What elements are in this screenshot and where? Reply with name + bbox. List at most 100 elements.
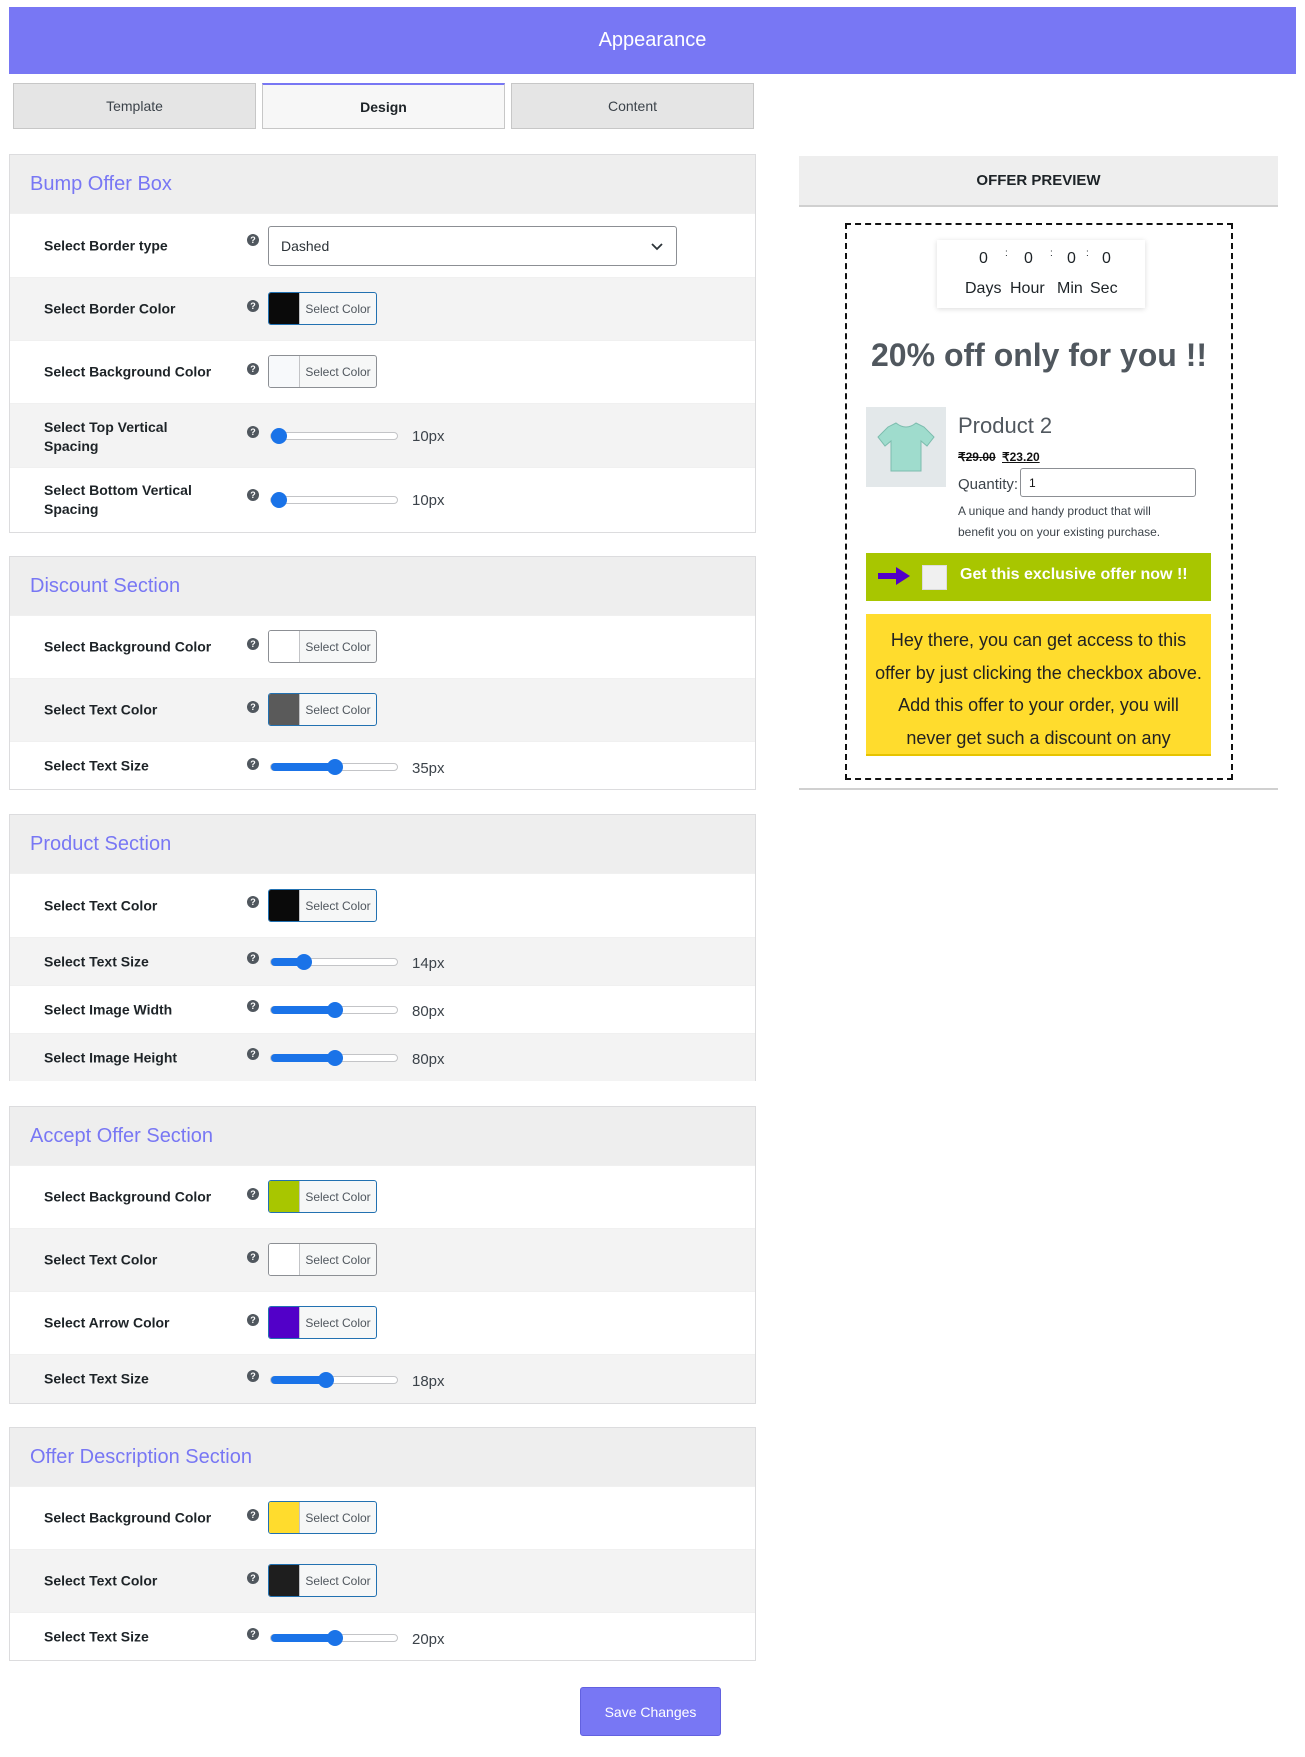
select-value: Dashed [281,238,330,254]
help-icon[interactable]: ? [247,896,259,908]
help-icon[interactable]: ? [247,489,259,501]
help-icon[interactable]: ? [247,1509,259,1521]
field-label: Select Background Color [44,1509,212,1526]
slider-thumb[interactable] [271,428,287,444]
accept-offer-bar[interactable]: Get this exclusive offer now !! [866,553,1211,601]
help-icon[interactable]: ? [247,1000,259,1012]
desc-text-size-slider[interactable] [270,1630,398,1646]
accept-arrow-color-picker[interactable]: Select Color [268,1306,377,1339]
slider-value: 80px [412,1051,445,1068]
field-label: Select Text Size [44,953,149,969]
field-label: Select Background Color [44,1188,212,1205]
tshirt-icon [877,422,935,472]
border-color-row: Select Border Color ? Select Color [10,277,755,340]
save-button-label: Save Changes [604,1703,697,1720]
product-name: Product 2 [958,413,1053,438]
bump-offer-box-section: Bump Offer Box Select Border type ? Dash… [9,154,756,533]
help-icon[interactable]: ? [247,300,259,312]
help-icon[interactable]: ? [247,1251,259,1263]
product-text-color-picker[interactable]: Select Color [268,889,377,922]
save-changes-button[interactable]: Save Changes [580,1687,721,1736]
tab-content[interactable]: Content [511,83,754,129]
accept-offer-text: Get this exclusive offer now !! [960,566,1188,583]
top-spacing-slider[interactable] [270,428,398,444]
slider-thumb[interactable] [327,1002,343,1018]
accept-bg-color-picker[interactable]: Select Color [268,1180,377,1213]
color-swatch [269,356,300,387]
help-icon[interactable]: ? [247,1314,259,1326]
color-swatch [269,631,300,662]
slider-thumb[interactable] [327,759,343,775]
desc-text-color-picker[interactable]: Select Color [268,1564,377,1597]
desc-text-size-row: Select Text Size ? 20px [10,1612,755,1661]
timer-hour-label: Hour [1010,280,1045,297]
quantity-label: Quantity: [958,476,1019,493]
product-image-height-row: Select Image Height ? 80px [10,1033,755,1081]
discount-text-size-slider[interactable] [270,759,398,775]
discount-text-color-row: Select Text Color ? Select Color [10,678,755,741]
help-icon[interactable]: ? [247,701,259,713]
accept-text-color-picker[interactable]: Select Color [268,1243,377,1276]
product-section: Product Section Select Text Color ? Sele… [9,814,756,1081]
field-label: Select Bottom Vertical Spacing [44,482,192,517]
accept-bg-color-row: Select Background Color ? Select Color [10,1165,755,1228]
accept-offer-checkbox[interactable] [922,565,947,590]
product-image [866,407,946,487]
help-icon[interactable]: ? [247,758,259,770]
help-icon[interactable]: ? [247,1370,259,1382]
product-text-size-slider[interactable] [270,954,398,970]
help-icon[interactable]: ? [247,1572,259,1584]
slider-thumb[interactable] [271,492,287,508]
field-label: Select Background Color [44,638,212,655]
help-icon[interactable]: ? [247,952,259,964]
slider-thumb[interactable] [327,1630,343,1646]
slider-thumb[interactable] [295,954,312,970]
slider-fill [271,1006,335,1014]
tab-design[interactable]: Design [262,83,505,129]
slider-thumb[interactable] [327,1050,343,1066]
help-icon[interactable]: ? [247,1628,259,1640]
product-image-height-slider[interactable] [270,1050,398,1066]
slider-value: 20px [412,1631,445,1648]
discount-bg-color-picker[interactable]: Select Color [268,630,377,663]
bottom-spacing-slider[interactable] [270,492,398,508]
offer-description-section: Offer Description Section Select Backgro… [9,1427,756,1661]
offer-description-text: Hey there, you can get access to this of… [875,630,1202,748]
color-button-label: Select Color [305,1252,371,1267]
help-icon[interactable]: ? [247,1048,259,1060]
accept-offer-section: Accept Offer Section Select Background C… [9,1106,756,1404]
background-color-picker[interactable]: Select Color [268,355,377,388]
background-color-row: Select Background Color ? Select Color [10,340,755,403]
field-label: Select Image Height [44,1049,178,1065]
field-label: Select Text Size [44,757,149,774]
help-icon[interactable]: ? [247,234,259,246]
section-title: Offer Description Section [10,1428,755,1486]
quantity-input[interactable]: 1 [1020,468,1196,497]
desc-bg-color-picker[interactable]: Select Color [268,1501,377,1534]
color-swatch [269,1181,300,1212]
border-color-picker[interactable]: Select Color [268,292,377,325]
price-old: ₹29.00 [958,450,996,464]
discount-text-size-row: Select Text Size ? 35px [10,741,755,790]
preview-heading-text: OFFER PREVIEW [976,172,1101,189]
help-icon[interactable]: ? [247,638,259,650]
slider-thumb[interactable] [318,1372,335,1388]
section-title: Accept Offer Section [10,1107,755,1165]
border-type-select[interactable]: Dashed [268,226,677,266]
top-spacing-row: Select Top Vertical Spacing ? 10px [10,403,755,467]
help-icon[interactable]: ? [247,426,259,438]
discount-bg-color-row: Select Background Color ? Select Color [10,615,755,678]
discount-text-color-picker[interactable]: Select Color [268,693,377,726]
discount-text: 20% off only for you !! [871,337,1207,373]
accept-text-size-slider[interactable] [270,1372,398,1388]
tab-template[interactable]: Template [13,83,256,129]
field-label: Select Border Color [44,300,176,317]
color-button-label: Select Color [305,702,371,717]
field-label: Select Background Color [44,363,212,380]
timer-days-label: Days [965,280,1002,297]
help-icon[interactable]: ? [247,1188,259,1200]
accept-text-size-row: Select Text Size ? 18px [10,1354,755,1403]
product-image-width-slider[interactable] [270,1002,398,1018]
help-icon[interactable]: ? [247,363,259,375]
desc-text-color-row: Select Text Color ? Select Color [10,1549,755,1612]
